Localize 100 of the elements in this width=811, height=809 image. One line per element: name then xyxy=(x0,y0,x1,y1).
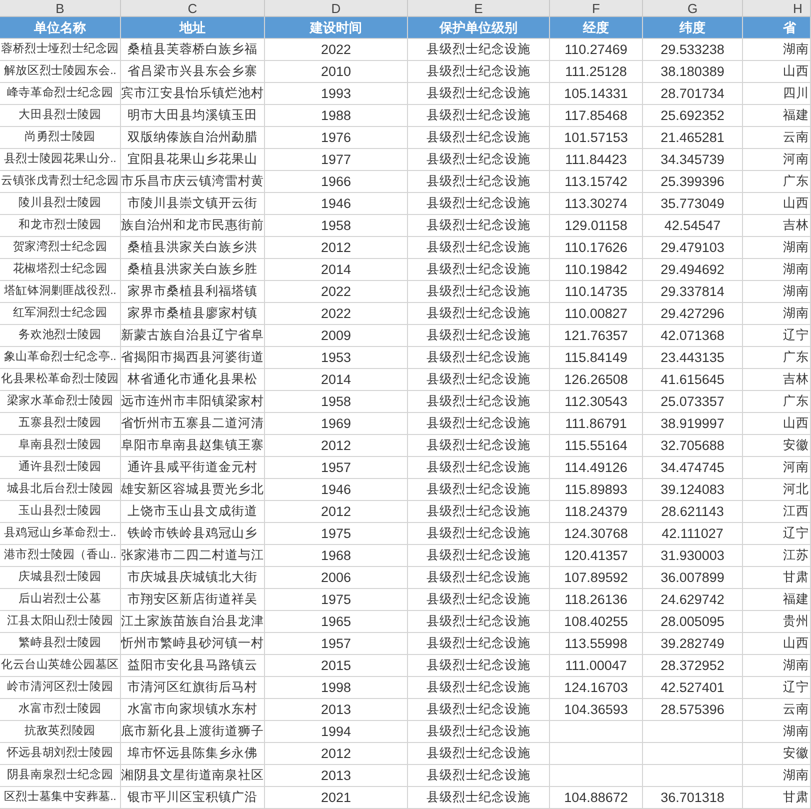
table-cell: 甘肃 xyxy=(783,570,809,584)
table-cell: 河北 xyxy=(783,482,809,496)
table-cell: 水富市烈士陵园 xyxy=(18,703,102,715)
table-cell: 市翔安区新店街道祥吴 xyxy=(128,592,258,606)
table-cell: 化云台山英雄公园墓区 xyxy=(0,659,119,671)
table-cell: 31.930003 xyxy=(660,548,724,563)
table-cell: 阴县南泉烈士纪念园 xyxy=(6,769,114,781)
table-cell: 1957 xyxy=(320,460,352,475)
column-letter: H xyxy=(793,1,802,16)
table-cell: 113.30274 xyxy=(564,196,628,211)
table-cell: 湖南 xyxy=(783,240,809,254)
table-cell: 象山革命烈士纪念亭.. xyxy=(4,351,116,363)
table-cell: 29.533238 xyxy=(660,42,724,57)
table-cell: 桑植县芙蓉桥白族乡福 xyxy=(128,42,258,56)
table-cell: 2009 xyxy=(320,328,352,343)
table-cell: 省忻州市五寨县二道河清 xyxy=(121,416,264,430)
table-cell: 110.19842 xyxy=(564,262,628,277)
table-cell: 113.55998 xyxy=(564,636,628,651)
table-cell: 通许县咸平街道金元村 xyxy=(128,460,258,474)
table-cell: 县级烈士纪念设施 xyxy=(426,504,530,518)
table-cell: 福建 xyxy=(783,108,809,122)
table-cell: 县级烈士纪念设施 xyxy=(426,548,530,562)
table-cell: 县级烈士纪念设施 xyxy=(426,372,530,386)
table-cell: 双版纳傣族自治州勐腊 xyxy=(128,130,258,144)
table-cell: 115.89893 xyxy=(564,482,628,497)
table-cell: 县级烈士纪念设施 xyxy=(426,526,530,540)
table-cell: 108.40255 xyxy=(564,614,628,629)
table-cell: 126.26508 xyxy=(564,372,628,387)
table-cell: 县级烈士纪念设施 xyxy=(426,570,530,584)
table-cell: 2012 xyxy=(320,746,352,761)
table-cell: 36.007899 xyxy=(660,570,724,585)
column-header: 地址 xyxy=(180,20,206,35)
table-cell: 34.474745 xyxy=(660,460,724,475)
table-cell: 111.84423 xyxy=(565,152,627,167)
table-cell: 岭市清河区烈士陵园 xyxy=(6,681,114,693)
table-cell: 港市烈士陵园（香山.. xyxy=(4,549,116,561)
table-cell: 2022 xyxy=(320,284,352,299)
table-cell: 117.85468 xyxy=(564,108,628,123)
table-cell: 121.76357 xyxy=(564,328,628,343)
table-cell: 湖南 xyxy=(783,42,809,56)
table-cell: 福建 xyxy=(783,592,809,606)
table-cell: 129.01158 xyxy=(564,218,628,233)
table-cell: 县级烈士纪念设施 xyxy=(426,614,530,628)
table-cell: 湖南 xyxy=(783,262,809,276)
table-cell: 城县北后台烈士陵园 xyxy=(6,483,114,495)
table-cell: 1975 xyxy=(320,526,352,541)
table-cell: 辽宁 xyxy=(783,680,809,694)
table-cell: 云南 xyxy=(783,130,809,144)
table-cell: 山西 xyxy=(783,416,809,430)
table-cell: 县级烈士纪念设施 xyxy=(426,284,530,298)
table-cell: 28.005095 xyxy=(660,614,724,629)
table-cell: 25.073357 xyxy=(660,394,724,409)
table-cell: 明市大田县均溪镇玉田 xyxy=(128,108,258,122)
table-cell: 玉山县烈士陵园 xyxy=(18,505,102,517)
table-cell: 水富市向家坝镇水东村 xyxy=(128,702,258,716)
table-cell: 118.26136 xyxy=(564,592,628,607)
table-cell: 县级烈士纪念设施 xyxy=(426,438,530,452)
table-cell: 江苏 xyxy=(783,548,809,562)
table-cell: 雄安新区容城县贾光乡北 xyxy=(121,482,264,496)
table-cell: 贵州 xyxy=(783,614,809,628)
column-header: 单位名称 xyxy=(34,20,86,35)
table-cell: 化县果松革命烈士陵园 xyxy=(0,373,119,385)
table-cell: 36.701318 xyxy=(660,790,724,805)
table-cell: 市庆城县庆城镇北大街 xyxy=(128,570,258,584)
table-cell: 28.701734 xyxy=(660,86,724,101)
table-cell: 县级烈士纪念设施 xyxy=(426,680,530,694)
table-cell: 2013 xyxy=(320,768,352,783)
table-cell: 1953 xyxy=(320,350,352,365)
table-cell: 县级烈士纪念设施 xyxy=(426,64,530,78)
table-cell: 1988 xyxy=(320,108,352,123)
table-cell: 124.30768 xyxy=(564,526,628,541)
table-cell: 县级烈士纪念设施 xyxy=(426,658,530,672)
table-cell: 110.14735 xyxy=(564,284,628,299)
table-cell: 县级烈士纪念设施 xyxy=(426,394,530,408)
table-cell: 23.443135 xyxy=(660,350,724,365)
table-cell: 县级烈士纪念设施 xyxy=(426,42,530,56)
table-cell: 1998 xyxy=(320,680,352,695)
table-cell: 铁岭市铁岭县鸡冠山乡 xyxy=(128,526,258,540)
table-cell: 阜阳市阜南县赵集镇王寨 xyxy=(121,438,264,452)
table-cell: 江西 xyxy=(783,504,809,518)
table-cell: 县烈士陵园花果山分.. xyxy=(4,153,116,165)
table-cell: 蓉桥烈士垭烈士纪念园 xyxy=(0,43,119,55)
table-cell: 安徽 xyxy=(783,746,809,760)
table-cell: 2012 xyxy=(320,504,352,519)
table-cell: 县级烈士纪念设施 xyxy=(426,262,530,276)
table-cell: 塔缸钵洞剿匪战役烈.. xyxy=(4,285,116,297)
table-cell: 湖南 xyxy=(783,306,809,320)
table-cell: 繁峙县烈士陵园 xyxy=(18,637,102,649)
table-cell: 湖南 xyxy=(783,768,809,782)
table-cell: 县级烈士纪念设施 xyxy=(426,196,530,210)
table-cell: 38.180389 xyxy=(660,64,724,79)
table-cell: 124.16703 xyxy=(564,680,628,695)
table-cell: 庆城县烈士陵园 xyxy=(18,571,102,583)
table-cell: 2022 xyxy=(320,306,352,321)
table-cell: 花椒塔烈士纪念园 xyxy=(12,263,108,275)
table-cell: 110.17626 xyxy=(564,240,628,255)
table-cell: 四川 xyxy=(783,86,809,100)
table-cell: 江土家族苗族自治县龙津 xyxy=(121,614,264,628)
table-cell: 28.575396 xyxy=(660,702,724,717)
column-header: 经度 xyxy=(583,20,609,35)
